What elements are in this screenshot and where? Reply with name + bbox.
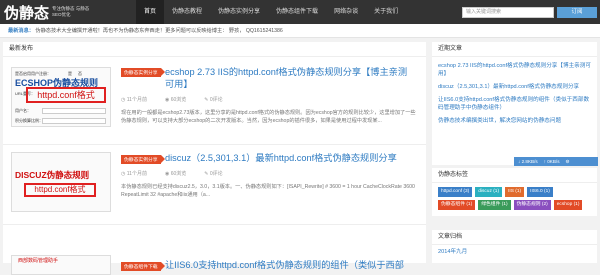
post-thumbnail[interactable]: 西部数码管理助手 [11,255,111,275]
nav-misc[interactable]: 网络杂谈 [326,0,366,24]
arrow-down-icon: ↓ [518,159,521,164]
tags-panel: 伪静态标签 httpd.conf (3) discuz (1) IIS (1) IIS… [432,168,597,216]
post-comments-text: 0评论 [209,171,223,177]
notice-text: 伪静态技术大全编撰开通啦！再也不为伪静态东奔西走！更多问题可以反映给博主： [35,28,228,34]
clock-icon: ◷ [121,97,126,103]
tag-item[interactable]: 伪静态组件 (1) [438,200,476,210]
archive-title: 文章归档 [432,230,597,245]
post-thumbnail[interactable]: DISCUZ伪静态规则 httpd.conf格式 [11,152,111,212]
nav-tutorials[interactable]: 伪静态教程 [164,0,210,24]
thumb-field-2: 积分换算比例： [15,118,43,123]
eye-icon: ◉ [164,171,170,177]
post-date: ◷ 11个月前 [121,96,147,103]
post-item: 是否启用用户注册： 是 否 ECSHOP伪静态规则 URL重写： httpd.c… [3,57,426,145]
post-comments[interactable]: ✎ 0评论 [204,96,222,103]
tag-item[interactable]: ecshop (1) [553,200,583,210]
nav-home[interactable]: 首页 [136,0,165,24]
eye-icon: ◉ [164,97,170,103]
post-date-text: 11个月前 [126,97,147,103]
archive-panel: 文章归档 2014年九月 [432,230,597,263]
post-title[interactable]: discuz（2.5,301,3.1）最新httpd.conf格式伪静态规则分享 [165,152,420,164]
upload-speed: ↑ 0KB/s [544,157,560,166]
post-views-text: 60浏览 [170,97,187,103]
top-navbar: 伪静态 专注伪静态 与静态SEO优化 首页 伪静态教程 伪静态实例分享 伪静态组… [0,0,600,24]
thumb-highlight: httpd.conf格式 [26,87,106,103]
download-speed-text: 2.8KB/s [521,159,538,164]
archive-link[interactable]: 2014年九月 [432,248,597,256]
recent-post-link[interactable]: ecshop 2.73 IIS的httpd.conf格式伪静态规则分享【博主亲测… [432,62,597,78]
network-speed-widget[interactable]: ↓ 2.8KB/s ↑ 0KB/s ⚙ [514,157,598,166]
post-category-badge[interactable]: 伪静态组件下载 [121,262,165,271]
post-views-text: 60浏览 [170,171,187,177]
post-title[interactable]: 让IIS6.0支持httpd.conf格式伪静态规则的组件（类似于西部 [165,259,425,271]
post-excerpt: 现在用的一般都是ecshop2.73版本，这里分享的是httpd.conf格式的… [121,110,416,124]
thumb-input-1 [42,108,106,114]
tag-cloud: httpd.conf (3) discuz (1) IIS (1) IIS6.0 (1… [432,183,597,214]
comment-icon: ✎ [204,171,209,177]
notice-label: 最新消息： [8,28,34,34]
recent-post-link[interactable]: 让IIS6.0支持httpd.conf格式伪静态规则的组件（类似于西部数码管理助… [432,96,597,112]
nav-examples[interactable]: 伪静态实例分享 [210,0,268,24]
upload-speed-text: 0KB/s [547,159,560,164]
post-comments-text: 0评论 [209,97,223,103]
notice-bar: 最新消息： 伪静态技术大全编撰开通啦！再也不为伪静态东奔西走！更多问题可以反映给… [0,24,600,38]
site-logo[interactable]: 伪静态 专注伪静态 与静态SEO优化 [4,2,94,22]
thumb-input-2 [42,118,106,124]
post-title[interactable]: ecshop 2.73 IIS的httpd.conf格式伪静态规则分享【博主亲测… [165,66,415,90]
search-input[interactable]: 输入关键词搜索 [462,7,554,18]
tag-item[interactable]: 伪静态规则 (2) [513,200,551,210]
comment-icon: ✎ [204,97,209,103]
arrow-up-icon: ↑ [543,159,546,164]
tag-item[interactable]: httpd.conf (3) [438,187,473,197]
clock-icon: ◷ [121,171,126,177]
nav-about[interactable]: 关于我们 [366,0,406,24]
post-excerpt: 本伪静态规则已经支持discuz2.5，3.0，3.1版本。一、伪静态规则如下：… [121,184,415,198]
post-comments[interactable]: ✎ 0评论 [204,170,222,177]
post-views: ◉ 60浏览 [165,96,186,103]
tag-item[interactable]: 绿色组件 (1) [478,200,511,210]
main-nav: 首页 伪静态教程 伪静态实例分享 伪静态组件下载 网络杂谈 关于我们 [136,0,406,24]
post-item: DISCUZ伪静态规则 httpd.conf格式 伪静态实例分享 discuz（… [3,145,426,225]
thumb-heading: DISCUZ伪静态规则 [15,170,90,180]
download-speed: ↓ 2.8KB/s [518,157,538,166]
post-category-badge[interactable]: 伪静态实例分享 [121,155,165,164]
recent-posts-title: 近期文章 [432,42,597,57]
post-date-text: 11个月前 [126,171,147,177]
post-views: ◉ 60浏览 [165,170,186,177]
logo-text: 伪静态 [4,4,50,22]
post-item: 西部数码管理助手 伪静态组件下载 让IIS6.0支持httpd.conf格式伪静… [3,225,426,275]
recent-posts-panel: 近期文章 ecshop 2.73 IIS的httpd.conf格式伪静态规则分享… [432,42,597,165]
post-meta: ◷ 11个月前 ◉ 60浏览 ✎ 0评论 [121,170,223,177]
logo-subtitle: 专注伪静态 与静态SEO优化 [52,6,90,17]
notice-qq: QQ1615241386 [245,28,283,34]
recent-post-link[interactable]: discuz（2.5,301,3.1）最新httpd.conf格式伪静态规则分享 [432,83,597,91]
tag-item[interactable]: IIS6.0 (1) [527,187,553,197]
nav-downloads[interactable]: 伪静态组件下载 [268,0,326,24]
tag-item[interactable]: discuz (1) [475,187,503,197]
thumb-field-1: 用户名： [15,108,31,113]
recent-post-link[interactable]: 伪静态技术编撰类出世，解决您网站的伪静态问题 [432,117,597,125]
post-thumbnail[interactable]: 是否启用用户注册： 是 否 ECSHOP伪静态规则 URL重写： httpd.c… [11,67,111,127]
main-content: 最新发布 是否启用用户注册： 是 否 ECSHOP伪静态规则 URL重写： ht… [3,42,426,275]
post-date: ◷ 11个月前 [121,170,147,177]
section-title: 最新发布 [3,42,426,57]
tags-title: 伪静态标签 [432,168,597,183]
thumb-highlight: httpd.conf格式 [24,183,96,197]
post-category-badge[interactable]: 伪静态实例分享 [121,68,165,77]
tag-item[interactable]: IIS (1) [505,187,525,197]
notice-author[interactable]: 野孩， [229,28,245,34]
speed-extra-icon: ⚙ [565,159,570,164]
post-meta: ◷ 11个月前 ◉ 60浏览 ✎ 0评论 [121,96,223,103]
subscribe-button[interactable]: 订阅 [557,7,597,18]
